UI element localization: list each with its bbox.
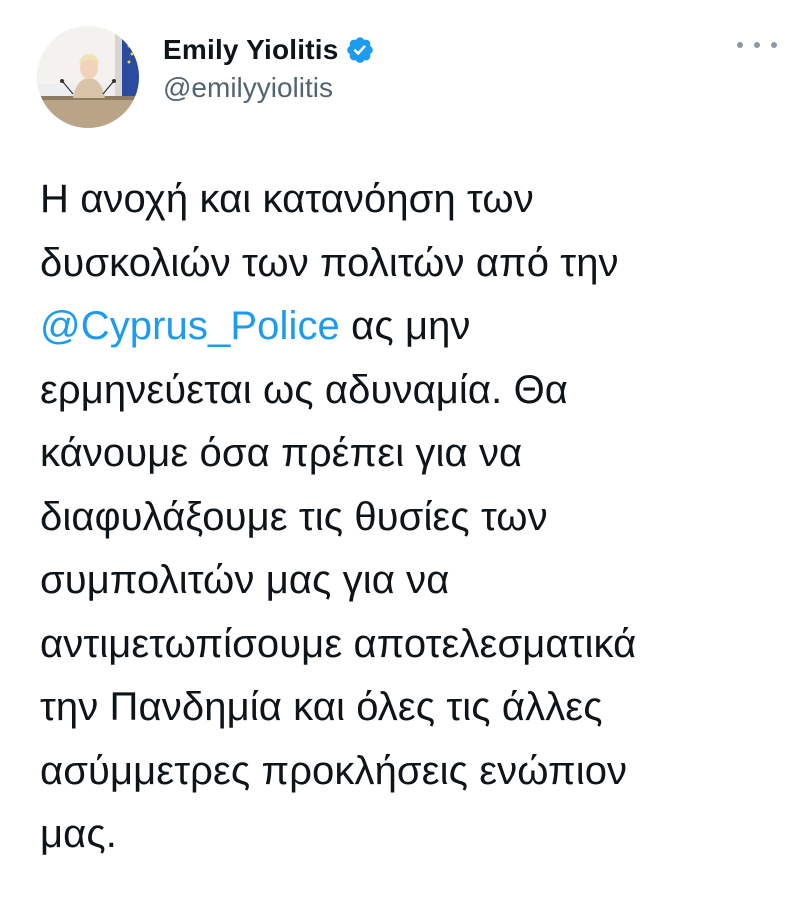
tweet-line: Η ανοχή και κατανόηση των: [40, 177, 534, 221]
tweet-line: δυσκολιών των πολιτών από την: [40, 240, 619, 285]
tweet-line: συμπολιτών μας για να: [40, 558, 450, 602]
author-info: Emily Yiolitis @emilyyiolitis: [163, 30, 375, 104]
tweet-line: ερμηνεύεται ως αδυναμία. Θα: [40, 367, 569, 412]
tweet-line: διαφυλάξουμε τις θυσίες των: [40, 494, 548, 539]
dot: [771, 42, 777, 48]
tweet-line: κάνουμε όσα πρέπει για να: [40, 431, 523, 475]
tweet-line: ασύμμετρες προκλήσεις ενώπιον: [40, 748, 628, 793]
dot: [754, 42, 760, 48]
profile-photo: [37, 26, 139, 128]
tweet-line-with-mention: @Cyprus_Police ας μην: [40, 295, 780, 359]
tweet-header: Emily Yiolitis @emilyyiolitis: [37, 26, 777, 128]
mention-link[interactable]: @Cyprus_Police: [40, 304, 340, 348]
user-handle[interactable]: @emilyyiolitis: [163, 72, 375, 104]
tweet-line: την Πανδημία και όλες τις άλλες: [40, 685, 603, 729]
avatar[interactable]: [37, 26, 139, 128]
tweet-line-fragment: ας μην: [351, 304, 471, 348]
dot: [737, 42, 743, 48]
name-row: Emily Yiolitis: [163, 30, 375, 70]
display-name[interactable]: Emily Yiolitis: [163, 34, 339, 66]
tweet-text: Η ανοχή και κατανόηση των δυσκολιών των …: [40, 168, 780, 867]
more-horizontal-icon[interactable]: [737, 30, 777, 60]
verified-badge-icon: [345, 35, 375, 65]
tweet-line: αντιμετωπίσουμε αποτελεσματικά: [40, 621, 637, 666]
tweet-line: μας.: [40, 812, 117, 856]
